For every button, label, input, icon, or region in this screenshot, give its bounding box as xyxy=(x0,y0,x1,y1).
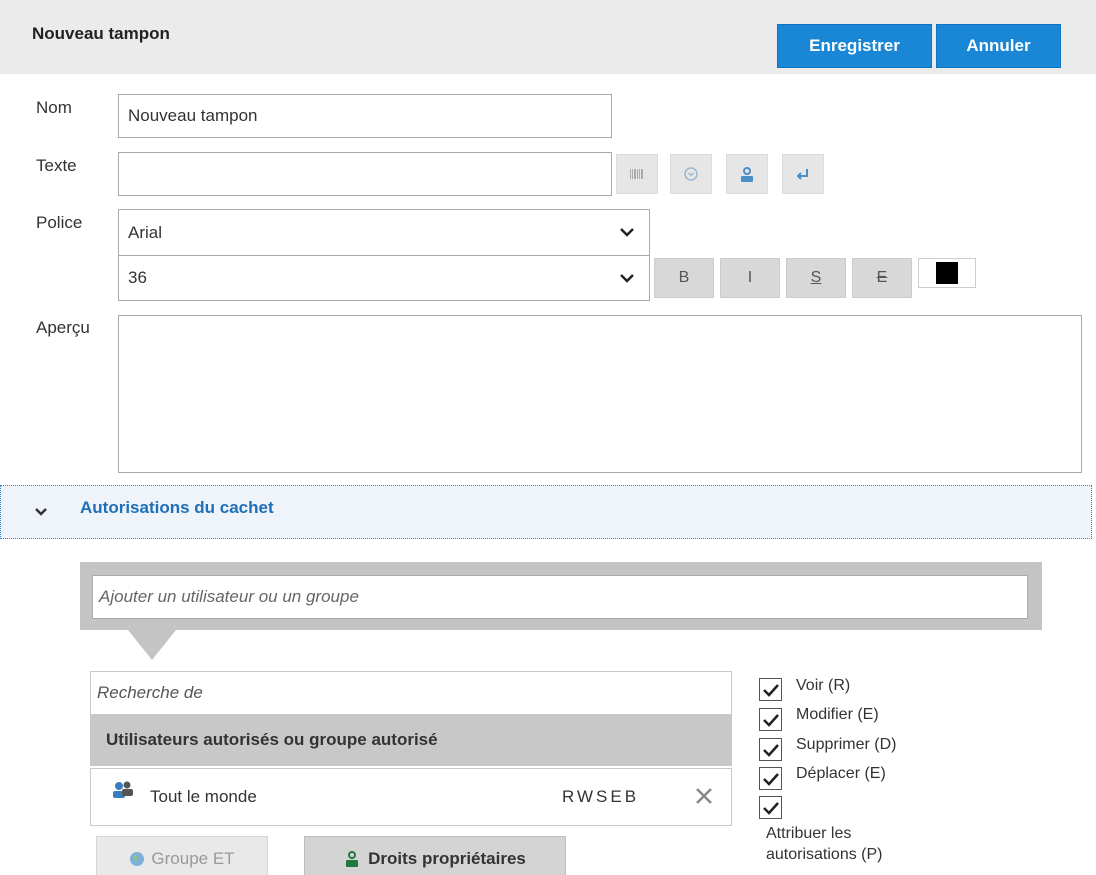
barcode-icon xyxy=(630,169,643,179)
chevron-down-icon xyxy=(620,274,634,283)
checkbox-modify[interactable] xyxy=(759,708,782,731)
search-input[interactable]: Recherche de xyxy=(90,671,732,715)
chevron-down-icon xyxy=(34,502,48,522)
user-row-rights: RWSEB xyxy=(562,787,640,806)
group-users-icon xyxy=(112,780,134,805)
dialog-title: Nouveau tampon xyxy=(32,24,170,43)
owner-rights-label: Droits propriétaires xyxy=(368,849,526,868)
checkbox-assign[interactable] xyxy=(759,796,782,819)
newline-button[interactable] xyxy=(782,154,824,194)
user-icon xyxy=(741,167,753,182)
chevron-down-icon xyxy=(620,228,634,237)
check-icon xyxy=(762,713,779,727)
preview-area xyxy=(118,315,1082,473)
checkbox-assign-label: Attribuer les autorisations (P) xyxy=(766,825,883,863)
checkbox-view[interactable] xyxy=(759,678,782,701)
check-icon xyxy=(762,683,779,697)
text-label: Texte xyxy=(36,156,77,175)
cancel-button[interactable]: Annuler xyxy=(936,24,1061,68)
bold-button[interactable]: B xyxy=(654,258,714,298)
size-select[interactable]: 36 xyxy=(118,255,650,301)
save-button[interactable]: Enregistrer xyxy=(777,24,932,68)
checkbox-delete-label: Supprimer (D) xyxy=(796,736,897,753)
check-icon xyxy=(762,801,779,815)
clock-icon xyxy=(684,167,698,181)
strikethrough-button[interactable]: E xyxy=(852,258,912,298)
return-arrow-icon xyxy=(796,169,808,180)
check-icon xyxy=(762,743,779,757)
color-picker-button[interactable] xyxy=(918,258,976,288)
checkbox-move-label: Déplacer (E) xyxy=(796,765,886,782)
add-user-input[interactable]: Ajouter un utilisateur ou un groupe xyxy=(92,575,1028,619)
permissions-section-title: Autorisations du cachet xyxy=(80,498,274,517)
font-dropdown-toggle[interactable] xyxy=(606,210,648,254)
group-et-button[interactable]: Groupe ET xyxy=(96,836,268,875)
group-et-label: Groupe ET xyxy=(151,849,235,868)
remove-entry-button[interactable] xyxy=(694,786,714,811)
user-field-button[interactable] xyxy=(726,154,768,194)
checkbox-view-label: Voir (R) xyxy=(796,677,851,694)
owner-user-icon xyxy=(346,851,359,867)
name-input[interactable]: Nouveau tampon xyxy=(118,94,612,138)
owner-rights-button[interactable]: Droits propriétaires xyxy=(304,836,566,875)
preview-label: Aperçu xyxy=(36,318,90,337)
name-label: Nom xyxy=(36,98,72,117)
authorized-list-header: Utilisateurs autorisés ou groupe autoris… xyxy=(90,714,732,766)
italic-button[interactable]: I xyxy=(720,258,780,298)
checkbox-modify-label: Modifier (E) xyxy=(796,706,879,723)
font-label: Police xyxy=(36,213,83,232)
check-icon xyxy=(762,772,779,786)
underline-button[interactable]: S xyxy=(786,258,846,298)
barcode-button[interactable] xyxy=(616,154,658,194)
close-icon xyxy=(696,788,712,804)
font-select[interactable]: Arial xyxy=(118,209,650,255)
panel-pointer xyxy=(128,630,176,660)
user-row-name: Tout le monde xyxy=(150,787,257,806)
clock-button[interactable] xyxy=(670,154,712,194)
text-input[interactable] xyxy=(118,152,612,196)
checkbox-move[interactable] xyxy=(759,767,782,790)
size-dropdown-toggle[interactable] xyxy=(606,256,648,300)
checkbox-delete[interactable] xyxy=(759,738,782,761)
color-swatch xyxy=(936,262,958,284)
globe-icon xyxy=(130,852,145,866)
